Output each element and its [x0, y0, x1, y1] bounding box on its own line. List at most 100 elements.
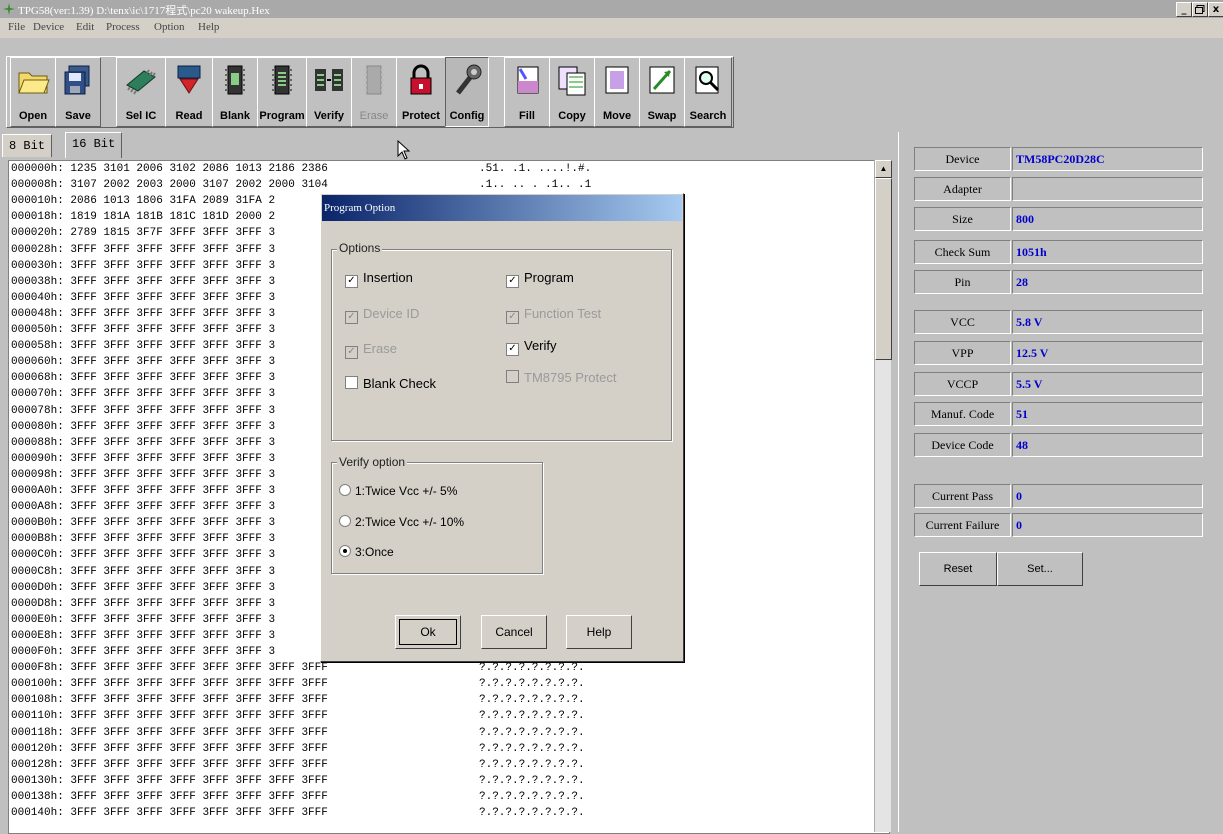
menu-file[interactable]: File [8, 21, 25, 33]
hex-words[interactable]: 3FFF 3FFF 3FFF 3FFF 3FFF 3FFF 3FFF 3FFF [70, 775, 327, 787]
hex-row[interactable]: 000118h: 3FFF 3FFF 3FFF 3FFF 3FFF 3FFF 3… [11, 727, 328, 739]
hex-row[interactable]: 0000E0h: 3FFF 3FFF 3FFF 3FFF 3FFF 3FFF 3 [11, 614, 275, 626]
verify-once-radio[interactable]: 3:Once [339, 545, 394, 559]
hex-row[interactable]: 000088h: 3FFF 3FFF 3FFF 3FFF 3FFF 3FFF 3 [11, 437, 275, 449]
hex-words[interactable]: 3FFF 3FFF 3FFF 3FFF 3FFF 3FFF 3 [70, 308, 275, 320]
hex-row[interactable]: 0000B8h: 3FFF 3FFF 3FFF 3FFF 3FFF 3FFF 3 [11, 533, 275, 545]
hex-row[interactable]: 000010h: 2086 1013 1806 31FA 2089 31FA 2 [11, 195, 275, 207]
hex-words[interactable]: 3FFF 3FFF 3FFF 3FFF 3FFF 3FFF 3 [70, 372, 275, 384]
sel-ic-button[interactable]: Sel IC [116, 57, 166, 127]
maximize-button[interactable] [1192, 2, 1208, 17]
hex-row[interactable]: 000000h: 1235 3101 2006 3102 2086 1013 2… [11, 163, 328, 175]
hex-row[interactable]: 000008h: 3107 2002 2003 2000 3107 2002 2… [11, 179, 328, 191]
hex-words[interactable]: 3FFF 3FFF 3FFF 3FFF 3FFF 3FFF 3 [70, 549, 275, 561]
insertion-checkbox[interactable]: ✓ Insertion [345, 270, 413, 288]
hex-words[interactable]: 3FFF 3FFF 3FFF 3FFF 3FFF 3FFF 3 [70, 566, 275, 578]
close-button[interactable]: x [1208, 2, 1223, 17]
hex-words[interactable]: 3FFF 3FFF 3FFF 3FFF 3FFF 3FFF 3 [70, 244, 275, 256]
hex-words[interactable]: 3FFF 3FFF 3FFF 3FFF 3FFF 3FFF 3 [70, 340, 275, 352]
scroll-thumb[interactable] [875, 178, 892, 360]
hex-words[interactable]: 3FFF 3FFF 3FFF 3FFF 3FFF 3FFF 3 [70, 646, 275, 658]
hex-row[interactable]: 000130h: 3FFF 3FFF 3FFF 3FFF 3FFF 3FFF 3… [11, 775, 328, 787]
hex-words[interactable]: 3FFF 3FFF 3FFF 3FFF 3FFF 3FFF 3FFF 3FFF [70, 791, 327, 803]
verify-twice-5-radio[interactable]: 1:Twice Vcc +/- 5% [339, 484, 457, 498]
hex-words[interactable]: 3FFF 3FFF 3FFF 3FFF 3FFF 3FFF 3 [70, 598, 275, 610]
hex-words[interactable]: 3FFF 3FFF 3FFF 3FFF 3FFF 3FFF 3 [70, 276, 275, 288]
hex-words[interactable]: 3FFF 3FFF 3FFF 3FFF 3FFF 3FFF 3FFF 3FFF [70, 727, 327, 739]
hex-row[interactable]: 000060h: 3FFF 3FFF 3FFF 3FFF 3FFF 3FFF 3 [11, 356, 275, 368]
hex-words[interactable]: 3FFF 3FFF 3FFF 3FFF 3FFF 3FFF 3 [70, 517, 275, 529]
hex-row[interactable]: 000040h: 3FFF 3FFF 3FFF 3FFF 3FFF 3FFF 3 [11, 292, 275, 304]
open-button[interactable]: Open [10, 57, 56, 127]
erase-button[interactable]: Erase [351, 57, 397, 127]
hex-row[interactable]: 000110h: 3FFF 3FFF 3FFF 3FFF 3FFF 3FFF 3… [11, 710, 328, 722]
vertical-scrollbar[interactable]: ▲ [874, 160, 892, 832]
blank-button[interactable]: Blank [212, 57, 258, 127]
hex-row[interactable]: 0000E8h: 3FFF 3FFF 3FFF 3FFF 3FFF 3FFF 3 [11, 630, 275, 642]
menu-help[interactable]: Help [198, 21, 219, 33]
hex-row[interactable]: 000068h: 3FFF 3FFF 3FFF 3FFF 3FFF 3FFF 3 [11, 372, 275, 384]
hex-words[interactable]: 3FFF 3FFF 3FFF 3FFF 3FFF 3FFF 3 [70, 356, 275, 368]
hex-words[interactable]: 3FFF 3FFF 3FFF 3FFF 3FFF 3FFF 3 [70, 260, 275, 272]
program-checkbox[interactable]: ✓ Program [506, 270, 574, 288]
hex-row[interactable]: 000100h: 3FFF 3FFF 3FFF 3FFF 3FFF 3FFF 3… [11, 678, 328, 690]
protect-button[interactable]: Protect [396, 57, 446, 127]
hex-words[interactable]: 3FFF 3FFF 3FFF 3FFF 3FFF 3FFF 3 [70, 630, 275, 642]
hex-row[interactable]: 0000D0h: 3FFF 3FFF 3FFF 3FFF 3FFF 3FFF 3 [11, 582, 275, 594]
hex-words[interactable]: 3FFF 3FFF 3FFF 3FFF 3FFF 3FFF 3 [70, 533, 275, 545]
hex-row[interactable]: 0000F8h: 3FFF 3FFF 3FFF 3FFF 3FFF 3FFF 3… [11, 662, 328, 674]
menu-option[interactable]: Option [154, 21, 185, 33]
hex-words[interactable]: 3FFF 3FFF 3FFF 3FFF 3FFF 3FFF 3 [70, 437, 275, 449]
hex-words[interactable]: 3FFF 3FFF 3FFF 3FFF 3FFF 3FFF 3 [70, 469, 275, 481]
hex-row[interactable]: 0000B0h: 3FFF 3FFF 3FFF 3FFF 3FFF 3FFF 3 [11, 517, 275, 529]
hex-words[interactable]: 3FFF 3FFF 3FFF 3FFF 3FFF 3FFF 3 [70, 405, 275, 417]
hex-row[interactable]: 0000F0h: 3FFF 3FFF 3FFF 3FFF 3FFF 3FFF 3 [11, 646, 275, 658]
hex-words[interactable]: 3FFF 3FFF 3FFF 3FFF 3FFF 3FFF 3FFF 3FFF [70, 759, 327, 771]
hex-words[interactable]: 3FFF 3FFF 3FFF 3FFF 3FFF 3FFF 3 [70, 485, 275, 497]
hex-row[interactable]: 000090h: 3FFF 3FFF 3FFF 3FFF 3FFF 3FFF 3 [11, 453, 275, 465]
tab-16-bit[interactable]: 16 Bit [65, 132, 123, 158]
search-button[interactable]: Search [684, 57, 732, 127]
menu-process[interactable]: Process [106, 21, 140, 33]
hex-row[interactable]: 000028h: 3FFF 3FFF 3FFF 3FFF 3FFF 3FFF 3 [11, 244, 275, 256]
hex-words[interactable]: 3FFF 3FFF 3FFF 3FFF 3FFF 3FFF 3 [70, 292, 275, 304]
hex-words[interactable]: 3FFF 3FFF 3FFF 3FFF 3FFF 3FFF 3FFF 3FFF [70, 694, 327, 706]
verify-twice-10-radio[interactable]: 2:Twice Vcc +/- 10% [339, 515, 464, 529]
hex-words[interactable]: 3FFF 3FFF 3FFF 3FFF 3FFF 3FFF 3 [70, 324, 275, 336]
hex-row[interactable]: 000038h: 3FFF 3FFF 3FFF 3FFF 3FFF 3FFF 3 [11, 276, 275, 288]
hex-words[interactable]: 3FFF 3FFF 3FFF 3FFF 3FFF 3FFF 3 [70, 421, 275, 433]
hex-words[interactable]: 2086 1013 1806 31FA 2089 31FA 2 [70, 195, 275, 207]
set-button[interactable]: Set... [997, 552, 1083, 586]
hex-row[interactable]: 0000C8h: 3FFF 3FFF 3FFF 3FFF 3FFF 3FFF 3 [11, 566, 275, 578]
hex-row[interactable]: 0000D8h: 3FFF 3FFF 3FFF 3FFF 3FFF 3FFF 3 [11, 598, 275, 610]
hex-words[interactable]: 3FFF 3FFF 3FFF 3FFF 3FFF 3FFF 3FFF 3FFF [70, 710, 327, 722]
move-button[interactable]: Move [594, 57, 640, 127]
hex-row[interactable]: 0000A0h: 3FFF 3FFF 3FFF 3FFF 3FFF 3FFF 3 [11, 485, 275, 497]
hex-row[interactable]: 000070h: 3FFF 3FFF 3FFF 3FFF 3FFF 3FFF 3 [11, 388, 275, 400]
hex-row[interactable]: 000080h: 3FFF 3FFF 3FFF 3FFF 3FFF 3FFF 3 [11, 421, 275, 433]
cancel-button[interactable]: Cancel [481, 615, 547, 649]
hex-words[interactable]: 3FFF 3FFF 3FFF 3FFF 3FFF 3FFF 3 [70, 582, 275, 594]
hex-row[interactable]: 000058h: 3FFF 3FFF 3FFF 3FFF 3FFF 3FFF 3 [11, 340, 275, 352]
menu-device[interactable]: Device [33, 21, 64, 33]
hex-words[interactable]: 2789 1815 3F7F 3FFF 3FFF 3FFF 3 [70, 227, 275, 239]
hex-row[interactable]: 000128h: 3FFF 3FFF 3FFF 3FFF 3FFF 3FFF 3… [11, 759, 328, 771]
hex-words[interactable]: 3FFF 3FFF 3FFF 3FFF 3FFF 3FFF 3FFF 3FFF [70, 807, 327, 819]
reset-button[interactable]: Reset [919, 552, 997, 586]
hex-row[interactable]: 000138h: 3FFF 3FFF 3FFF 3FFF 3FFF 3FFF 3… [11, 791, 328, 803]
verify-checkbox[interactable]: ✓ Verify [506, 338, 557, 356]
hex-row[interactable]: 0000A8h: 3FFF 3FFF 3FFF 3FFF 3FFF 3FFF 3 [11, 501, 275, 513]
copy-button[interactable]: Copy [549, 57, 595, 127]
tab-8-bit[interactable]: 8 Bit [2, 134, 53, 157]
dialog-title[interactable]: Program Option [322, 195, 682, 221]
hex-row[interactable]: 000030h: 3FFF 3FFF 3FFF 3FFF 3FFF 3FFF 3 [11, 260, 275, 272]
minimize-button[interactable]: _ [1176, 2, 1192, 17]
hex-words[interactable]: 3FFF 3FFF 3FFF 3FFF 3FFF 3FFF 3FFF 3FFF [70, 678, 327, 690]
menu-edit[interactable]: Edit [76, 21, 94, 33]
hex-words[interactable]: 3FFF 3FFF 3FFF 3FFF 3FFF 3FFF 3 [70, 501, 275, 513]
config-button[interactable]: Config [445, 57, 489, 127]
scroll-up-icon[interactable]: ▲ [875, 160, 892, 178]
hex-row[interactable]: 000020h: 2789 1815 3F7F 3FFF 3FFF 3FFF 3 [11, 227, 275, 239]
hex-words[interactable]: 3FFF 3FFF 3FFF 3FFF 3FFF 3FFF 3FFF 3FFF [70, 743, 327, 755]
program-button[interactable]: Program [257, 57, 307, 127]
